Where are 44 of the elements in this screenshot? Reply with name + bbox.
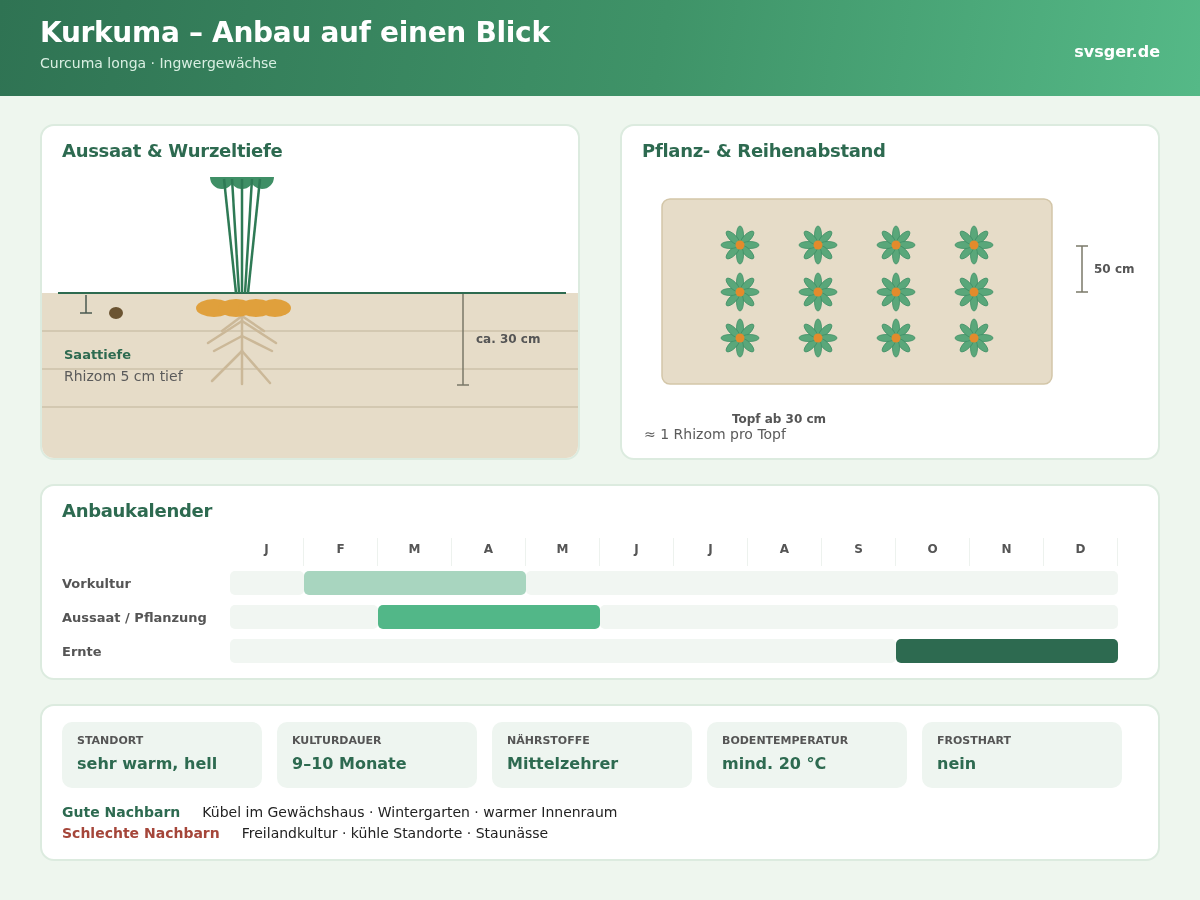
neighbor-text: Kübel im Gewächshaus · Wintergarten · warmer Innenraum: [202, 804, 618, 820]
row-label: Ernte: [62, 643, 103, 659]
fact-value: sehr warm, hell: [77, 754, 219, 773]
fact-label: NÄHRSTOFFE: [507, 734, 591, 747]
fact-value: mind. 20 °C: [722, 754, 828, 773]
site-name: svsger.de: [1074, 42, 1160, 61]
spacing-note: ≈ 1 Rhizom pro Topf: [644, 426, 786, 442]
month-label: A: [748, 538, 822, 566]
month-label: D: [1044, 538, 1118, 566]
root-depth-label: ca. 30 cm: [476, 332, 541, 346]
fact-value: Mittelzehrer: [507, 754, 620, 773]
month-label: S: [822, 538, 896, 566]
month-label: J: [674, 538, 748, 566]
row-distance-label: 50 cm: [1094, 262, 1135, 276]
depth-label: Saattiefe: [64, 347, 132, 362]
month-label: J: [230, 538, 304, 566]
fact-value: 9–10 Monate: [292, 754, 408, 773]
month-label: A: [452, 538, 526, 566]
month-label: O: [896, 538, 970, 566]
depth-marker: [79, 294, 93, 314]
neighbor-text: Freilandkultur · kühle Standorte · Staunässe: [241, 825, 549, 841]
page-subtitle: Curcuma longa · Ingwergewächse: [40, 55, 278, 71]
fact-label: KULTURDAUER: [292, 734, 383, 747]
pot-size-label: Topf ab 30 cm: [731, 412, 827, 426]
fact-value: nein: [937, 754, 978, 773]
month-label: F: [304, 538, 378, 566]
row-label: Aussaat / Pflanzung: [62, 609, 208, 625]
depth-text: Rhizom 5 cm tief: [64, 368, 183, 384]
fact-label: BODENTEMPERATUR: [722, 734, 850, 747]
fact-label: STANDORT: [77, 734, 145, 747]
month-label: N: [970, 538, 1044, 566]
neighbor-label: Schlechte Nachbarn: [62, 825, 220, 841]
fact-label: FROSTHART: [937, 734, 1012, 747]
dimension-marker: [1075, 245, 1089, 293]
seed-icon: [109, 307, 123, 319]
card-title: Aussaat & Wurzeltiefe: [61, 139, 284, 163]
card-title: Anbaukalender: [61, 499, 214, 523]
neighbor-label: Gute Nachbarn: [62, 804, 181, 820]
page-title: Kurkuma – Anbau auf einen Blick: [40, 16, 550, 49]
card-title: Pflanz- & Reihenabstand: [641, 139, 887, 163]
month-label: M: [378, 538, 452, 566]
month-label: J: [600, 538, 674, 566]
row-label: Vorkultur: [62, 575, 132, 591]
month-label: M: [526, 538, 600, 566]
